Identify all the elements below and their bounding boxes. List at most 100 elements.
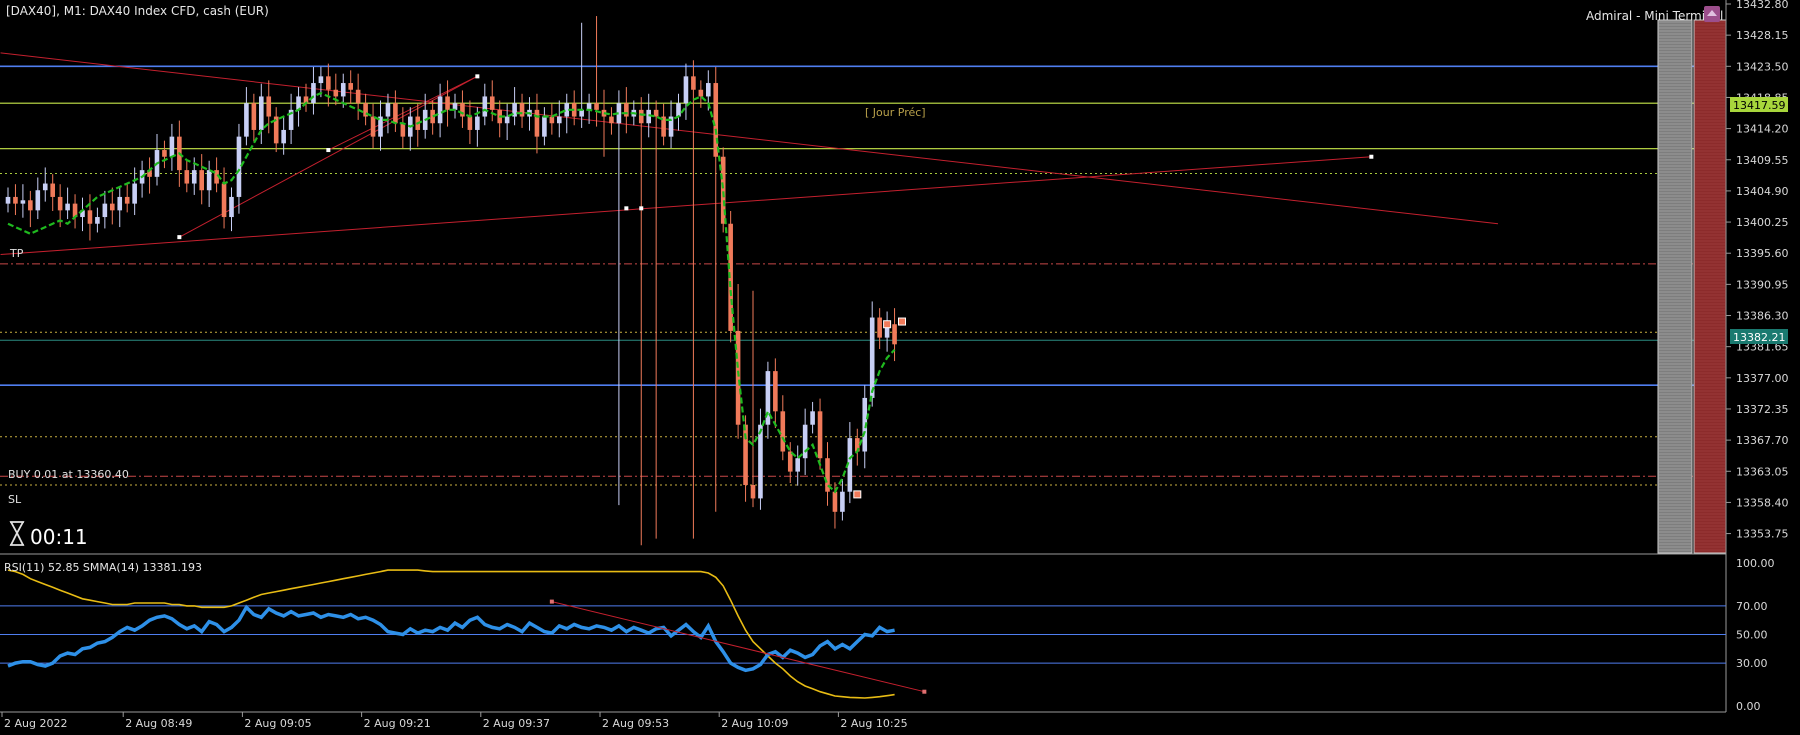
candle-body <box>117 196 123 211</box>
trade-marker[interactable] <box>853 490 862 499</box>
rsi-tick-label: 0.00 <box>1736 700 1761 713</box>
price-tick-label: 13428.15 <box>1736 29 1789 42</box>
trend-anchor[interactable] <box>326 148 331 153</box>
trend-anchor[interactable] <box>475 74 480 79</box>
candle-body <box>832 491 838 512</box>
candle-body <box>13 196 18 204</box>
candle-body <box>557 116 562 124</box>
candle-body <box>184 170 190 184</box>
candle-body <box>892 324 897 345</box>
candle-body <box>445 96 450 110</box>
price-tick-label: 13395.60 <box>1736 247 1789 260</box>
candle-body <box>706 83 711 97</box>
candle-body <box>229 196 234 218</box>
candle-body <box>124 196 130 204</box>
candle-body <box>400 123 406 137</box>
candle-body <box>393 103 398 124</box>
time-tick-label: 2 Aug 09:37 <box>483 717 550 730</box>
buy-order-label: BUY 0.01 at 13360.40 <box>8 468 129 481</box>
candle-body <box>504 116 510 124</box>
candle-body <box>162 150 167 157</box>
trend-anchor[interactable] <box>1369 154 1374 159</box>
candle-body <box>251 103 257 130</box>
time-tick-label: 2 Aug 08:49 <box>125 717 192 730</box>
bid-price-tag: 13382.21 <box>1730 329 1788 344</box>
candle-body <box>519 103 525 117</box>
time-tick-label: 2 Aug 2022 <box>4 717 67 730</box>
price-tick-label: 13390.95 <box>1736 278 1789 291</box>
price-tick-label: 13423.50 <box>1736 60 1789 73</box>
trade-marker[interactable] <box>898 317 906 326</box>
candle-body <box>221 183 227 218</box>
price-tick-label: 13367.70 <box>1736 434 1789 447</box>
candle-body <box>877 317 882 338</box>
time-tick-label: 2 Aug 10:09 <box>721 717 788 730</box>
candle-body <box>810 411 815 425</box>
candle-body <box>594 103 599 110</box>
candle-body <box>311 83 316 104</box>
candle-body <box>489 96 495 110</box>
candle-body <box>467 116 473 130</box>
candle-body <box>698 89 704 97</box>
pivot-marker <box>639 206 644 211</box>
price-tick-label: 13353.75 <box>1736 528 1789 541</box>
tp-label: TP <box>9 247 24 260</box>
candle-body <box>236 136 242 197</box>
candle-body <box>638 109 644 124</box>
candle-body <box>460 103 465 117</box>
candle-body <box>609 116 614 124</box>
candle-body <box>65 203 70 211</box>
candle-body <box>773 371 778 412</box>
candle-body <box>42 183 48 191</box>
candle-body <box>281 129 286 144</box>
terminal-icon[interactable] <box>1704 6 1720 22</box>
candle-body <box>802 424 808 459</box>
candle-body <box>758 424 763 499</box>
candle-body <box>385 103 391 117</box>
candle-body <box>691 76 696 90</box>
price-tick-label: 13363.05 <box>1736 465 1789 478</box>
jour-prec-label: [ Jour Préc] <box>865 106 926 119</box>
candle-body <box>333 89 339 97</box>
candle-body <box>348 83 353 90</box>
price-tick-label: 13409.55 <box>1736 154 1789 167</box>
candle-body <box>132 183 137 204</box>
candle-body <box>266 96 272 117</box>
jour-price-tag: 13417.59 <box>1730 97 1788 112</box>
candle-body <box>20 200 26 204</box>
candle-body <box>5 196 11 204</box>
candle-body <box>340 83 346 97</box>
rsi-tick-label: 50.00 <box>1736 629 1768 642</box>
timer-text: 00:11 <box>30 525 88 549</box>
trade-marker[interactable] <box>883 320 892 329</box>
candle-body <box>169 136 175 157</box>
price-tick-label: 13404.90 <box>1736 185 1789 198</box>
candle-body <box>475 116 480 130</box>
candle-body <box>35 190 41 211</box>
candle-body <box>206 170 212 191</box>
trend-anchor[interactable] <box>177 235 182 240</box>
rsi-trend-anchor[interactable] <box>549 599 554 604</box>
time-tick-label: 2 Aug 09:21 <box>364 717 431 730</box>
candle-body <box>437 96 443 124</box>
rsi-trend-anchor[interactable] <box>922 689 927 694</box>
trading-chart[interactable]: [DAX40], M1: DAX40 Index CFD, cash (EUR)… <box>0 0 1800 735</box>
candle-body <box>482 96 488 117</box>
price-tick-label: 13386.30 <box>1736 310 1789 323</box>
candle-body <box>199 170 204 191</box>
candle-body <box>87 210 93 224</box>
rsi-tick-label: 70.00 <box>1736 600 1768 613</box>
candle-body <box>787 451 793 472</box>
candle-body <box>95 217 100 224</box>
candle-body <box>750 485 756 499</box>
candle-body <box>50 183 55 197</box>
trend-anchor[interactable] <box>624 206 629 211</box>
candle-body <box>869 317 875 398</box>
candle-body <box>683 76 689 104</box>
sl-label: SL <box>8 493 22 506</box>
candle-body <box>780 411 786 452</box>
candle-body <box>795 458 800 472</box>
candle-body <box>624 103 629 117</box>
time-tick-label: 2 Aug 10:25 <box>840 717 907 730</box>
mini-terminal-panel[interactable] <box>1657 19 1727 554</box>
